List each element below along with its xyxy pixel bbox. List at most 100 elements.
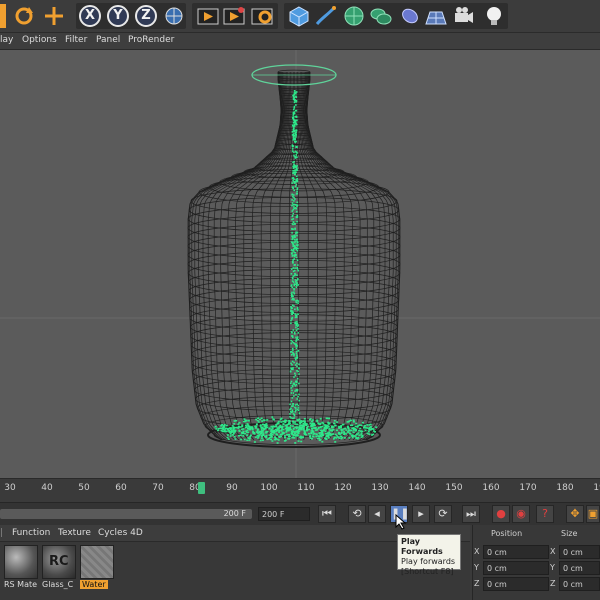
record-key-button[interactable]: ● [492,505,510,523]
scale-key-button[interactable]: ▣ [586,505,600,523]
water-pool-particle [318,432,321,435]
water-pool-particle [338,427,341,429]
cube-icon[interactable] [287,4,311,28]
material-water[interactable] [80,545,114,579]
water-particle [295,286,298,289]
material-glass[interactable]: RC [42,545,76,579]
render-view-icon[interactable] [196,4,220,28]
menu-options[interactable]: Options [22,35,57,45]
menu-cycles4d[interactable]: Cycles 4D [98,528,143,538]
water-pool-particle [324,433,327,435]
position-field[interactable]: 0 cm [483,577,549,591]
menu-filter[interactable]: Filter [65,35,87,45]
water-pool-particle [277,422,280,425]
frame-range-slider[interactable]: 200 F [0,509,252,519]
water-particle [298,382,300,385]
x-axis-button[interactable]: X [79,5,101,27]
goto-next-key-button[interactable]: ⟳ [434,505,452,523]
water-pool-particle [303,421,306,423]
water-particle [297,336,299,338]
size-header: Size [561,529,578,538]
water-particle [297,409,300,412]
water-particle [295,284,298,287]
move-tool-icon[interactable] [42,4,66,28]
goto-start-button[interactable]: ⏮ [318,505,336,523]
end-frame-field[interactable]: 200 F [258,507,310,521]
subdivision-icon[interactable] [342,4,366,28]
keyframe-selection-button[interactable]: ? [536,505,554,523]
water-particle [291,231,293,234]
prev-frame-button[interactable]: ◂ [368,505,386,523]
wire-meridian [227,72,287,441]
3d-viewport[interactable] [0,50,600,478]
deformer-icon[interactable] [398,4,422,28]
water-particle [297,395,299,398]
water-particle [295,129,298,131]
water-particle [296,365,298,368]
water-pool-particle [240,438,243,441]
size-field[interactable]: 0 cm [559,561,600,575]
render-region-icon[interactable] [0,4,6,28]
water-pool-particle [321,440,324,443]
water-particle [290,273,293,275]
water-pool-particle [289,424,292,427]
timeline-ruler[interactable]: 30 40 50 60 70 80 90 100 110 120 130 140 150 160 170 18… [0,478,600,501]
render-settings-icon[interactable] [250,4,274,28]
menu-prorender[interactable]: ProRender [128,35,174,45]
array-icon[interactable] [369,4,393,28]
water-particle [295,120,297,122]
water-particle [292,98,295,101]
water-particle [294,92,297,94]
water-particle [297,313,299,315]
water-pool-particle [275,433,278,435]
goto-prev-key-button[interactable]: ⟲ [348,505,366,523]
water-pool-particle [349,433,352,435]
water-pool-particle [341,423,344,426]
menu-texture[interactable]: Texture [58,528,91,538]
pen-spline-icon[interactable] [314,4,338,28]
floor-grid-icon[interactable] [424,4,448,28]
water-pool-particle [287,438,290,440]
water-particle [295,145,298,148]
water-particle [294,390,296,392]
water-particle [296,322,299,325]
size-field[interactable]: 0 cm [559,545,600,559]
current-frame-marker[interactable] [198,482,205,494]
material-rs-mate[interactable] [4,545,38,579]
water-pool-particle [262,430,265,432]
water-pool-particle [233,431,236,433]
menu-panel[interactable]: Panel [96,35,120,45]
size-field[interactable]: 0 cm [559,577,600,591]
water-particle [292,212,295,215]
autokey-button[interactable]: ◉ [512,505,530,523]
timeline-tick-label: 90 [226,483,238,493]
y-axis-button[interactable]: Y [107,5,129,27]
menu-function[interactable]: Function [12,528,50,538]
light-bulb-icon[interactable] [482,4,506,28]
timeline-tick-label: 120 [334,483,352,493]
position-key-button[interactable]: ✥ [566,505,584,523]
next-frame-button[interactable]: ▸ [412,505,430,523]
water-particle [294,308,296,311]
water-pool-particle [311,425,314,427]
water-particle [295,301,298,304]
water-pool-particle [358,424,361,426]
z-axis-button[interactable]: Z [135,5,157,27]
water-particle [294,185,297,188]
water-pool-particle [351,424,354,427]
world-coordinate-icon[interactable] [162,4,186,28]
menu-display[interactable]: lay [0,35,13,45]
water-particle [291,304,294,307]
water-particle [295,358,297,361]
position-field[interactable]: 0 cm [483,561,549,575]
position-field[interactable]: 0 cm [483,545,549,559]
viewport-menubar: lay Options Filter Panel ProRender [0,33,600,50]
water-particle [293,361,295,364]
rotate-refresh-icon[interactable] [12,4,36,28]
water-pool-particle [229,435,232,437]
camera-icon[interactable] [452,4,476,28]
goto-end-button[interactable]: ⏭ [462,505,480,523]
render-picture-viewer-icon[interactable] [222,4,246,28]
wire-meridian [304,72,381,441]
water-particle [293,283,296,286]
